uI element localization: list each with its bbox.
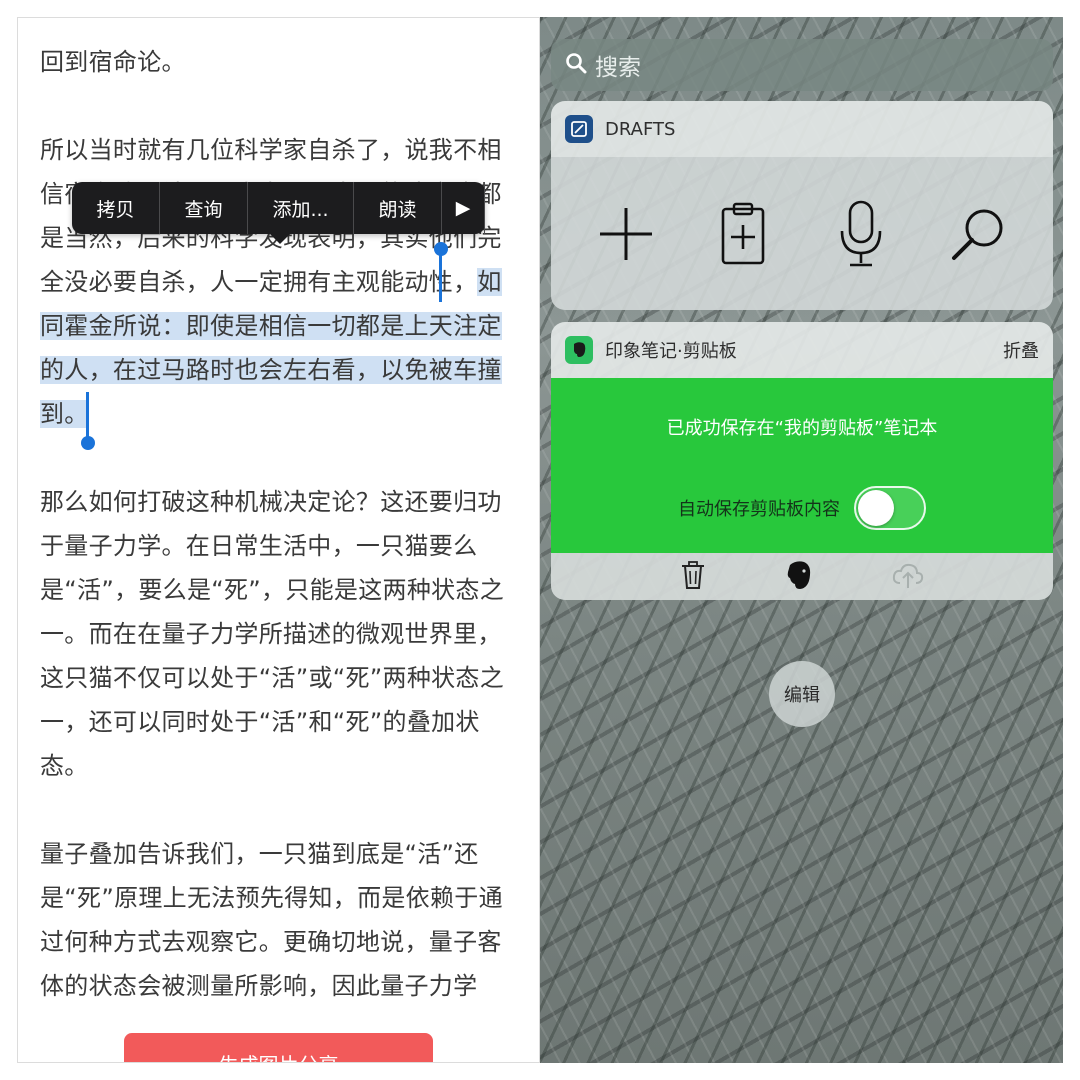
search-bar[interactable]: 搜索 [551, 39, 1053, 91]
drafts-actions [551, 157, 1053, 310]
selection-end-handle[interactable] [81, 436, 95, 450]
paragraph-1: 回到宿命论。 [40, 48, 186, 76]
speak-menu-item[interactable]: 朗读 [354, 182, 442, 234]
selection-end-line [86, 392, 89, 438]
evernote-clipboard-widget: 印象笔记·剪贴板 折叠 已成功保存在“我的剪贴板”笔记本 自动保存剪贴板内容 [551, 322, 1053, 600]
saved-message: 已成功保存在“我的剪贴板”笔记本 [666, 418, 938, 439]
paragraph-2: 所以当时就有几位科学家自杀了，说我不相信宿命论，结果后来发现，自己的决定也都是当… [40, 128, 520, 436]
today-view: 搜索 DRAFTS 印象笔记·剪贴板 折叠 已成功保存在“我的剪贴板”笔记本 自… [540, 17, 1063, 1063]
reader-panel: 回到宿命论。 所以当时就有几位科学家自杀了，说我不相信宿命论，结果后来发现，自己… [17, 17, 540, 1063]
collapse-button[interactable]: 折叠 [1003, 337, 1039, 363]
menu-pointer [269, 233, 291, 244]
magnifier-icon[interactable] [938, 194, 1018, 274]
autosave-toggle[interactable] [854, 486, 926, 530]
drafts-title: DRAFTS [605, 118, 676, 140]
selection-start-line [439, 254, 442, 302]
evernote-title: 印象笔记·剪贴板 [605, 341, 737, 362]
drafts-widget: DRAFTS [551, 101, 1053, 310]
plus-icon[interactable] [586, 194, 666, 274]
copy-menu-item[interactable]: 拷贝 [72, 182, 160, 234]
lookup-menu-item[interactable]: 查询 [160, 182, 248, 234]
paragraph-4: 量子叠加告诉我们，一只猫到底是“活”还是“死”原理上无法预先得知，而是依赖于通过… [40, 840, 503, 1000]
autosave-row: 自动保存剪贴板内容 [551, 486, 1053, 530]
drafts-header[interactable]: DRAFTS [551, 101, 1053, 157]
search-placeholder: 搜索 [595, 55, 641, 81]
elephant-icon[interactable] [784, 559, 814, 595]
edit-widgets-button[interactable]: 编辑 [769, 661, 835, 727]
autosave-label: 自动保存剪贴板内容 [678, 499, 840, 520]
microphone-icon[interactable] [821, 194, 901, 274]
evernote-toolbar [551, 553, 1053, 600]
share-image-button[interactable]: 生成图片分享 [124, 1033, 433, 1062]
trash-icon[interactable] [679, 560, 707, 594]
search-icon [565, 52, 587, 78]
add-menu-item[interactable]: 添加... [248, 182, 354, 234]
drafts-app-icon [565, 115, 593, 143]
evernote-header-left[interactable]: 印象笔记·剪贴板 [565, 336, 737, 364]
toggle-knob [858, 490, 894, 526]
cloud-upload-icon[interactable] [891, 561, 925, 593]
paragraph-3: 那么如何打破这种机械决定论？这还要归功于量子力学。在日常生活中，一只猫要么是“活… [40, 488, 505, 780]
clipboard-icon[interactable] [703, 194, 783, 274]
more-menu-arrow-icon[interactable]: ▶ [442, 182, 485, 234]
evernote-app-icon [565, 336, 593, 364]
clipboard-status-area: 已成功保存在“我的剪贴板”笔记本 自动保存剪贴板内容 [551, 378, 1053, 553]
evernote-header: 印象笔记·剪贴板 折叠 [551, 322, 1053, 378]
edit-menu: 拷贝 查询 添加... 朗读 ▶ [72, 182, 485, 244]
